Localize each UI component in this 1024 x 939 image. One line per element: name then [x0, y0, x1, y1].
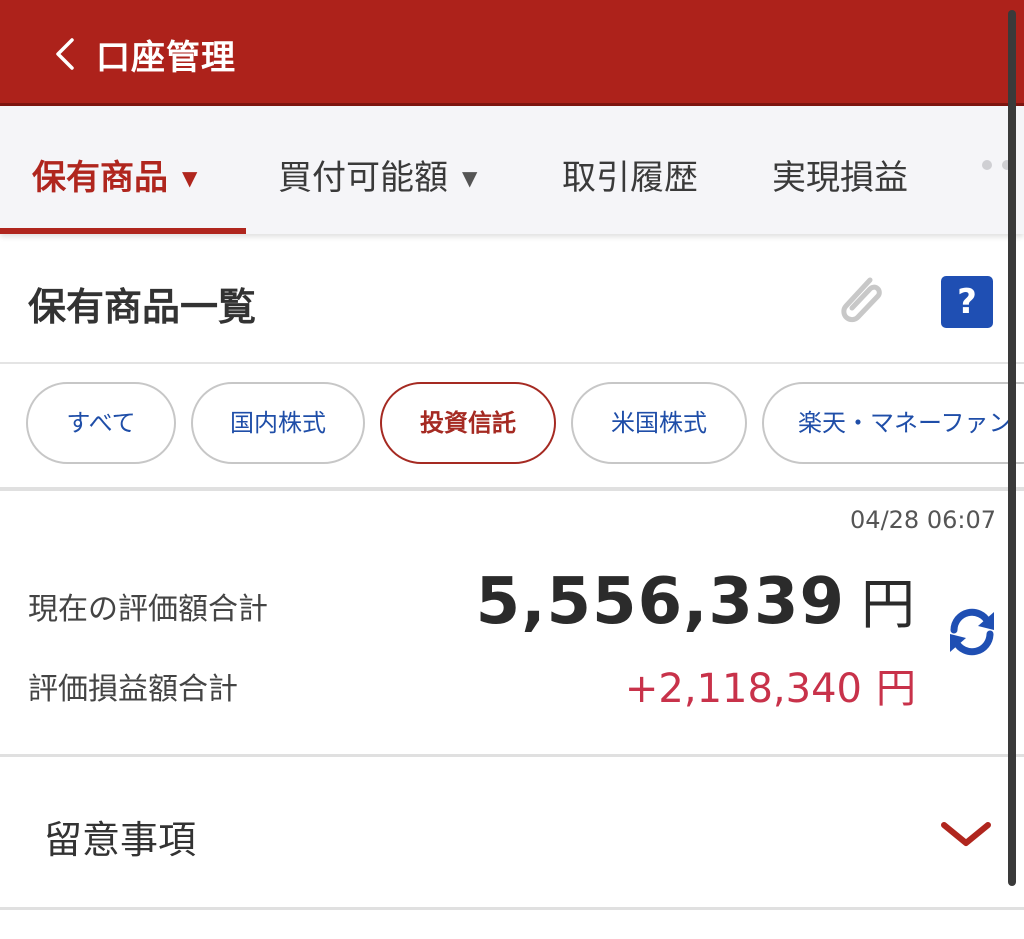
tab-label: 取引履歴 [562, 158, 698, 198]
divider [0, 362, 1024, 364]
currency-unit: 円 [861, 573, 916, 636]
section-title: 保有商品一覧 [28, 285, 257, 329]
timestamp: 04/28 06:07 [850, 506, 996, 534]
filter-chip-us-stocks[interactable]: 米国株式 [571, 382, 747, 464]
page-title: 口座管理 [96, 38, 236, 78]
filter-chip-all[interactable]: すべて [26, 382, 176, 464]
app-header: 口座管理 [0, 0, 1024, 106]
total-valuation-value: 5,556,339 円 [476, 560, 916, 639]
unrealized-pl-amount: +2,118,340 [624, 666, 862, 712]
back-button[interactable] [50, 34, 80, 74]
total-valuation-amount: 5,556,339 [475, 565, 845, 639]
caret-down-icon: ▼ [462, 166, 478, 190]
tab-holdings[interactable]: 保有商品 ▼ [32, 150, 197, 199]
tab-bar: 保有商品 ▼ 買付可能額 ▼ 取引履歴 実現損益 [0, 106, 1024, 234]
total-valuation-label: 現在の評価額合計 [28, 592, 268, 627]
divider [0, 487, 1024, 491]
unrealized-pl-value: +2,118,340 円 [625, 656, 916, 714]
filter-chip-domestic-stocks[interactable]: 国内株式 [191, 382, 365, 464]
active-tab-indicator [0, 228, 246, 234]
tab-realized-pl[interactable]: 実現損益 [772, 150, 908, 199]
caret-down-icon: ▼ [182, 166, 198, 190]
refresh-icon[interactable] [944, 604, 1000, 660]
tab-buying-power[interactable]: 買付可能額 ▼ [278, 150, 477, 199]
filter-chip-mutual-funds[interactable]: 投資信託 [380, 382, 556, 464]
chevron-down-icon [940, 819, 992, 849]
tab-label: 買付可能額 [278, 158, 448, 198]
notes-label: 留意事項 [44, 818, 197, 862]
paperclip-icon[interactable] [832, 270, 892, 334]
chevron-left-icon [56, 38, 74, 70]
scrollbar[interactable] [1008, 10, 1016, 886]
tab-trade-history[interactable]: 取引履歴 [562, 150, 698, 199]
tab-label: 実現損益 [772, 158, 908, 198]
currency-unit: 円 [876, 666, 916, 712]
filter-chips: すべて 国内株式 投資信託 米国株式 楽天・マネーファン [0, 382, 1024, 466]
divider [0, 907, 1024, 910]
unrealized-pl-label: 評価損益額合計 [28, 672, 238, 707]
filter-chip-money-fund[interactable]: 楽天・マネーファン [762, 382, 1024, 464]
tab-label: 保有商品 [32, 158, 168, 198]
notes-accordion[interactable]: 留意事項 [0, 757, 1024, 907]
help-button[interactable]: ? [941, 276, 993, 328]
